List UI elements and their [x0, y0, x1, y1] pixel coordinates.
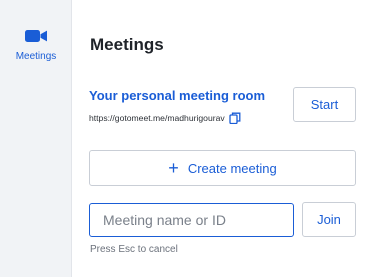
page-title: Meetings — [90, 35, 164, 54]
video-camera-icon — [25, 30, 47, 42]
create-meeting-button[interactable]: + Create meeting — [89, 150, 356, 186]
start-button[interactable]: Start — [293, 87, 356, 122]
join-button[interactable]: Join — [302, 202, 356, 237]
sidebar-item-label: Meetings — [15, 51, 57, 62]
sidebar-item-meetings[interactable]: Meetings — [0, 22, 72, 74]
main-panel: Meetings Your personal meeting room http… — [73, 0, 369, 277]
plus-icon: + — [168, 158, 179, 178]
meeting-name-input[interactable] — [89, 203, 294, 237]
esc-hint: Press Esc to cancel — [90, 244, 178, 255]
app-window: Meetings Meetings Your personal meeting … — [0, 0, 369, 277]
copy-icon[interactable] — [229, 112, 241, 124]
personal-room-url: https://gotomeet.me/madhurigourav — [89, 113, 225, 123]
sidebar: Meetings — [0, 0, 72, 277]
personal-room-title: Your personal meeting room — [89, 88, 266, 103]
create-meeting-label: Create meeting — [187, 160, 277, 176]
personal-room-url-row: https://gotomeet.me/madhurigourav — [89, 112, 241, 124]
